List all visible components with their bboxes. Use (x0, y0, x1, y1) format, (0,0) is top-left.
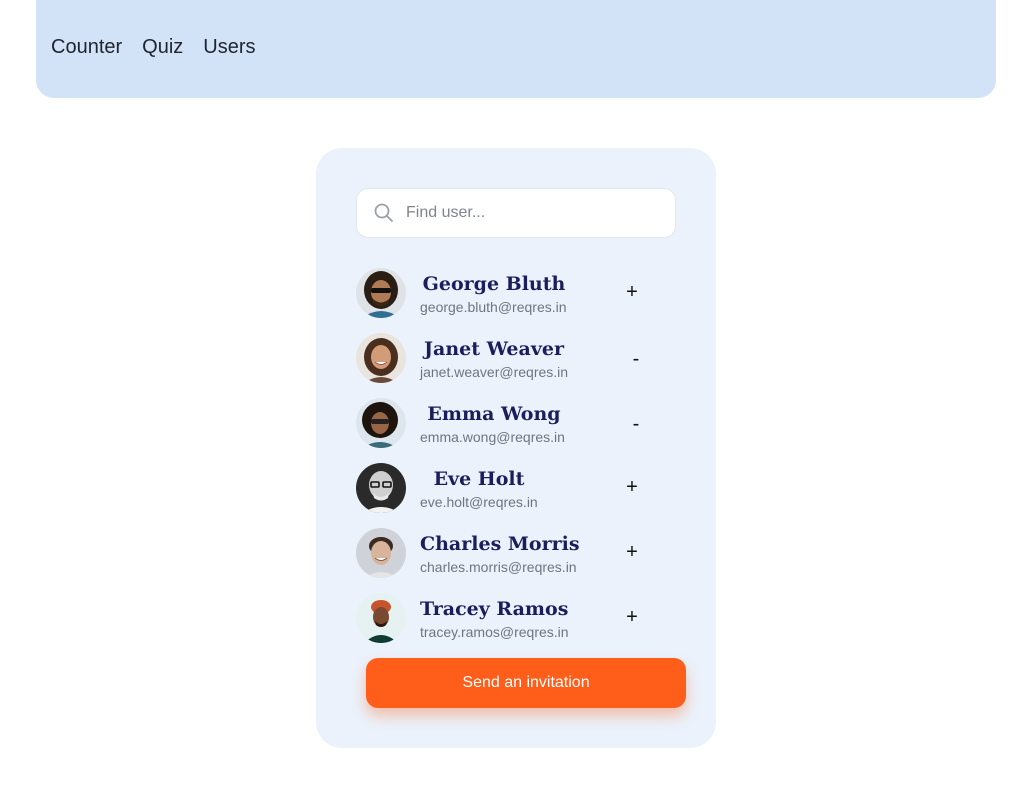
add-user-button[interactable]: + (624, 473, 640, 501)
user-row-eve-holt: Eve Holt eve.holt@reqres.in + (356, 463, 676, 528)
remove-user-button[interactable]: - (628, 345, 644, 373)
nav-link-users[interactable]: Users (203, 36, 255, 59)
add-user-button[interactable]: + (624, 278, 640, 306)
avatar-janet-weaver (356, 333, 406, 383)
avatar-eve-holt (356, 463, 406, 513)
nav-link-counter[interactable]: Counter (51, 36, 122, 59)
user-name: Eve Holt (433, 468, 525, 490)
avatar-george-bluth (356, 268, 406, 318)
user-info: Charles Morris charles.morris@reqres.in (420, 531, 610, 576)
remove-user-button[interactable]: - (628, 410, 644, 438)
user-info: Eve Holt eve.holt@reqres.in (420, 466, 610, 511)
user-name: Janet Weaver (424, 338, 564, 360)
add-user-button[interactable]: + (624, 538, 640, 566)
user-row-charles-morris: Charles Morris charles.morris@reqres.in … (356, 528, 676, 593)
avatar-emma-wong (356, 398, 406, 448)
send-invitation-button[interactable]: Send an invitation (366, 658, 686, 708)
add-user-button[interactable]: + (624, 603, 640, 631)
user-email: janet.weaver@reqres.in (420, 364, 569, 380)
user-email: tracey.ramos@reqres.in (420, 624, 569, 640)
user-email: charles.morris@reqres.in (420, 559, 577, 575)
search-input[interactable] (406, 204, 646, 222)
user-email: eve.holt@reqres.in (420, 494, 538, 510)
user-info: Janet Weaver janet.weaver@reqres.in (420, 336, 610, 381)
user-row-emma-wong: Emma Wong emma.wong@reqres.in - (356, 398, 676, 463)
user-list: George Bluth george.bluth@reqres.in + Ja… (356, 268, 676, 658)
top-navigation: Counter Quiz Users (36, 0, 996, 98)
user-info: George Bluth george.bluth@reqres.in (420, 271, 610, 316)
user-info: Tracey Ramos tracey.ramos@reqres.in (420, 596, 610, 641)
search-icon (374, 202, 396, 224)
user-info: Emma Wong emma.wong@reqres.in (420, 401, 610, 446)
user-name: Tracey Ramos (420, 598, 569, 620)
user-name: Charles Morris (420, 533, 580, 555)
user-row-janet-weaver: Janet Weaver janet.weaver@reqres.in - (356, 333, 676, 398)
avatar-tracey-ramos (356, 593, 406, 643)
user-name: George Bluth (422, 273, 566, 295)
nav-link-quiz[interactable]: Quiz (142, 36, 183, 59)
user-row-tracey-ramos: Tracey Ramos tracey.ramos@reqres.in + (356, 593, 676, 658)
user-name: Emma Wong (427, 403, 561, 425)
search-box (356, 188, 676, 238)
user-email: george.bluth@reqres.in (420, 299, 567, 315)
user-email: emma.wong@reqres.in (420, 429, 565, 445)
avatar-charles-morris (356, 528, 406, 578)
user-row-george-bluth: George Bluth george.bluth@reqres.in + (356, 268, 676, 333)
users-card: George Bluth george.bluth@reqres.in + Ja… (316, 148, 716, 748)
